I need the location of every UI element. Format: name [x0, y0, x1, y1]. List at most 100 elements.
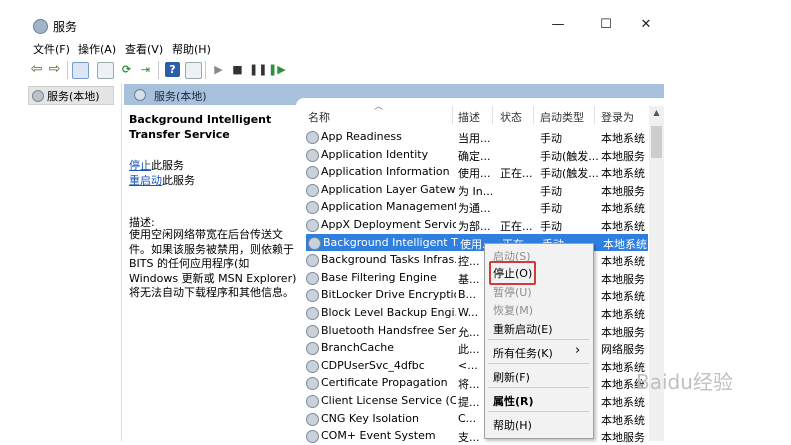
- forward-arrow-icon[interactable]: ⇨: [47, 62, 62, 77]
- column-separator: [594, 106, 595, 124]
- title-bar: 服务 — ☐ ✕: [25, 10, 665, 40]
- service-gear-icon: [306, 412, 319, 426]
- column-separator: [533, 106, 534, 124]
- back-arrow-icon[interactable]: ⇦: [29, 62, 44, 77]
- row-log-on-as: 本地服务: [601, 272, 645, 286]
- export-list-icon[interactable]: ⇥: [138, 62, 153, 77]
- service-row[interactable]: App Readiness 当用... 手动 本地系统: [304, 128, 652, 146]
- context-menu-all-tasks[interactable]: 所有任务(K): [493, 345, 553, 361]
- row-startup-type: 手动: [540, 202, 562, 216]
- row-name: Application Information: [321, 165, 450, 179]
- context-menu-separator: [488, 339, 590, 340]
- sort-ascending-icon: ︿: [374, 102, 384, 112]
- service-gear-icon: [306, 395, 319, 408]
- row-log-on-as: 本地系统: [601, 308, 645, 321]
- context-menu-properties[interactable]: 属性(R): [493, 393, 534, 409]
- service-row[interactable]: Certificate Propagation 将... 本地系统: [304, 374, 652, 392]
- restart-service-link[interactable]: 重启动: [129, 174, 162, 187]
- menu-help[interactable]: 帮助(H): [172, 41, 211, 57]
- help-icon[interactable]: ?: [165, 62, 180, 77]
- column-header-name[interactable]: 名称: [308, 109, 330, 125]
- service-gear-icon: [306, 289, 319, 303]
- service-row[interactable]: Client License Service (Cli...提...本地系统: [304, 392, 652, 410]
- row-log-on-as: 本地系统: [601, 132, 645, 145]
- service-row[interactable]: AppX Deployment Servic... 为部... 正在... 手动 本地系…: [304, 216, 652, 234]
- toolbar-separator: [158, 61, 159, 79]
- row-name: Client License Service (Cli...: [321, 394, 456, 407]
- restart-service-line: 重启动此服务: [129, 172, 195, 188]
- context-menu-pause[interactable]: 暂停(U): [493, 284, 532, 300]
- row-log-on-as: 本地系统: [601, 220, 645, 233]
- service-row[interactable]: Application Identity 确定... 手动(触发... 本地服务: [304, 146, 652, 164]
- menu-file[interactable]: 文件(F): [33, 41, 70, 57]
- service-row[interactable]: CNG Key Isolation C... 本地系统: [304, 410, 652, 428]
- maximize-button[interactable]: ☐: [591, 14, 621, 36]
- service-row[interactable]: BranchCache 此... 网络服务: [304, 339, 652, 357]
- row-startup-type: 手动(触发...: [540, 167, 598, 181]
- context-menu-stop[interactable]: 停止(O): [493, 265, 532, 281]
- service-gear-icon: [306, 219, 319, 232]
- service-row[interactable]: Base Filtering Engine 基... 本地服务: [304, 269, 652, 287]
- service-row[interactable]: Background Tasks Infras... 控... 本地系统: [304, 251, 652, 269]
- stop-service-icon[interactable]: ■: [230, 62, 245, 77]
- service-gear-icon: [306, 342, 319, 356]
- row-log-on-as: 本地系统: [601, 396, 645, 409]
- row-name: Background Tasks Infras...: [321, 253, 456, 267]
- service-row[interactable]: Block Level Backup Engi... W... 本地系统: [304, 304, 652, 322]
- refresh-icon[interactable]: ⟳: [119, 62, 134, 77]
- row-log-on-as: 本地服务: [601, 431, 645, 445]
- close-button[interactable]: ✕: [631, 14, 661, 36]
- column-header-startup-type[interactable]: 启动类型: [540, 109, 584, 125]
- stop-service-link[interactable]: 停止: [129, 159, 151, 172]
- pause-service-icon[interactable]: ❚❚: [249, 62, 267, 77]
- context-menu-restart[interactable]: 重新启动(E): [493, 321, 553, 337]
- row-startup-type: 手动: [540, 220, 562, 233]
- panel-header-label: 服务(本地): [154, 90, 207, 103]
- context-menu-help[interactable]: 帮助(H): [493, 417, 532, 433]
- row-name: Base Filtering Engine: [321, 270, 437, 284]
- row-name: App Readiness: [321, 130, 402, 143]
- service-row[interactable]: CDPUserSvc_4dfbc <... 本地系统: [304, 357, 652, 375]
- show-hide-pane-icon[interactable]: [185, 62, 202, 79]
- row-log-on-as: 本地服务: [601, 149, 645, 163]
- service-row[interactable]: BitLocker Drive Encryptio... B... 本地系统: [304, 286, 652, 304]
- service-row[interactable]: COM+ Event System 支... 本地服务: [304, 427, 652, 445]
- service-gear-icon: [306, 324, 319, 338]
- service-gear-icon: [306, 271, 319, 285]
- row-startup-type: 手动: [540, 184, 562, 198]
- console-tree-icon[interactable]: [72, 62, 89, 79]
- service-row[interactable]: Application Management 为通... 手动 本地系统: [304, 198, 652, 216]
- service-row[interactable]: Bluetooth Handsfree Ser... 允... 本地服务: [304, 322, 652, 340]
- menu-action[interactable]: 操作(A): [78, 41, 116, 57]
- service-gear-icon: [306, 201, 319, 215]
- context-menu-resume[interactable]: 恢复(M): [493, 302, 533, 318]
- restart-service-icon[interactable]: ❚▶: [268, 62, 286, 77]
- row-status: 正在...: [500, 167, 533, 181]
- row-name: COM+ Event System: [321, 429, 436, 443]
- scroll-up-arrow-icon[interactable]: ▲: [649, 108, 664, 118]
- service-row[interactable]: Application Information 使用... 正在... 手动(触发..…: [304, 163, 652, 181]
- services-app-icon: [33, 19, 48, 34]
- tree-item-services-local[interactable]: 服务(本地): [28, 86, 114, 105]
- start-service-icon[interactable]: ▶: [211, 62, 226, 77]
- service-gear-icon: [306, 307, 319, 320]
- menu-view[interactable]: 查看(V): [125, 41, 163, 57]
- service-gear-icon: [306, 131, 319, 144]
- column-header-log-on-as[interactable]: 登录为: [601, 109, 634, 125]
- submenu-arrow-icon: ›: [575, 343, 581, 358]
- context-menu-refresh[interactable]: 刷新(F): [493, 369, 530, 385]
- minimize-button[interactable]: —: [543, 14, 573, 36]
- row-name: Background Intelligent T...: [323, 235, 458, 249]
- watermark-text: Baidu经验: [636, 370, 733, 394]
- context-menu-separator: [488, 363, 590, 364]
- properties-sheet-icon[interactable]: [97, 62, 114, 79]
- scrollbar-thumb[interactable]: [651, 126, 662, 158]
- column-header-description[interactable]: 描述: [458, 109, 480, 125]
- row-description: 为 In...: [458, 184, 494, 198]
- row-name: BranchCache: [321, 341, 395, 355]
- column-header-status[interactable]: 状态: [500, 109, 522, 125]
- row-name: BitLocker Drive Encryptio...: [321, 288, 456, 302]
- service-row[interactable]: Application Layer Gatewa...为 In... 手动 本地服务: [304, 181, 652, 199]
- service-row[interactable]: Background Intelligent T...使用...正在...手动本…: [306, 233, 648, 252]
- toolbar-separator: [205, 61, 206, 79]
